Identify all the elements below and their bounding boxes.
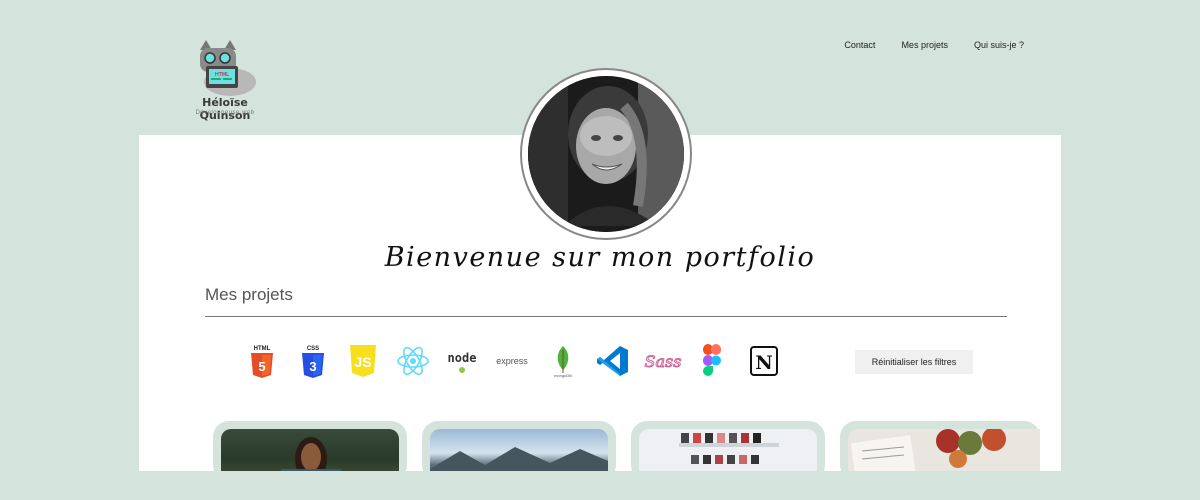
sass-icon: Sass xyxy=(644,352,682,372)
project-card-4[interactable] xyxy=(840,421,1040,471)
filter-html5[interactable]: HTML 5 xyxy=(247,344,277,378)
mongodb-icon: mongoDB xyxy=(554,346,572,378)
filter-vscode[interactable] xyxy=(596,344,630,378)
top-nav: Contact Mes projets Qui suis-je ? xyxy=(844,40,1024,50)
svg-text:HTML: HTML xyxy=(254,346,271,352)
svg-text:Sass: Sass xyxy=(645,352,682,371)
logo-cat-icon: HTML xyxy=(200,40,256,96)
vscode-icon xyxy=(597,346,628,376)
svg-text:3: 3 xyxy=(309,359,316,374)
react-icon xyxy=(397,346,429,376)
filter-javascript[interactable]: JS xyxy=(346,344,380,378)
notion-icon: N xyxy=(750,346,778,376)
section-divider xyxy=(205,316,1007,317)
express-icon: express xyxy=(496,356,528,366)
nav-about[interactable]: Qui suis-je ? xyxy=(974,40,1024,50)
project-thumbnail xyxy=(221,429,399,471)
filter-express[interactable]: express xyxy=(494,344,530,378)
project-card-1[interactable] xyxy=(213,421,407,471)
filter-nodejs[interactable]: node xyxy=(443,344,481,378)
profile-photo xyxy=(528,76,684,232)
nav-projects[interactable]: Mes projets xyxy=(901,40,948,50)
nodejs-icon: node xyxy=(448,351,477,373)
filter-mongodb[interactable]: mongoDB xyxy=(549,344,577,378)
svg-text:mongoDB: mongoDB xyxy=(554,373,572,378)
svg-text:CSS: CSS xyxy=(307,346,319,352)
project-thumbnail xyxy=(639,429,817,471)
project-thumbnail xyxy=(848,429,1040,471)
project-card-2[interactable] xyxy=(422,421,616,471)
project-card-3[interactable] xyxy=(631,421,825,471)
filter-figma[interactable] xyxy=(698,344,728,378)
svg-text:express: express xyxy=(496,356,528,366)
filter-notion[interactable]: N xyxy=(747,344,781,378)
svg-text:N: N xyxy=(755,352,772,374)
brand-subtitle: Développeuse web xyxy=(195,110,255,116)
logo-screen-text: HTML xyxy=(215,72,229,78)
filter-css3[interactable]: CSS 3 xyxy=(298,344,328,378)
filter-sass[interactable]: Sass xyxy=(643,344,683,378)
project-thumbnail xyxy=(430,429,608,471)
nav-contact[interactable]: Contact xyxy=(844,40,875,50)
css3-icon: CSS 3 xyxy=(302,346,324,378)
html5-icon: HTML 5 xyxy=(251,346,273,378)
filter-react[interactable] xyxy=(395,344,431,378)
figma-icon xyxy=(703,344,721,376)
projects-title: Mes projets xyxy=(205,285,293,304)
profile-avatar xyxy=(520,68,692,240)
reset-filters-button[interactable]: Réinitialiser les filtres xyxy=(855,350,973,374)
javascript-icon: JS xyxy=(350,345,376,377)
svg-text:5: 5 xyxy=(258,359,265,374)
welcome-heading: Bienvenue sur mon portfolio xyxy=(384,242,816,273)
svg-text:JS: JS xyxy=(354,354,371,370)
brand-logo[interactable]: HTML Héloïse Quinson Développeuse web xyxy=(180,40,270,122)
svg-text:node: node xyxy=(448,351,477,365)
brand-name: Héloïse Quinson xyxy=(199,96,251,122)
